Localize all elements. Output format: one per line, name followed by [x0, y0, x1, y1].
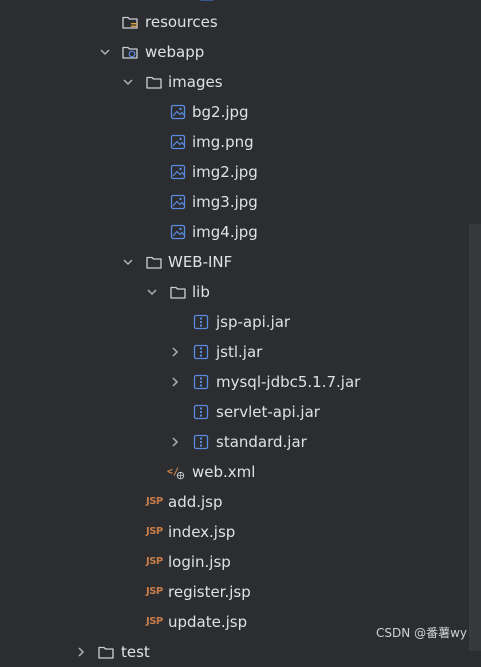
- tree-row-jar[interactable]: jstl.jar: [0, 337, 470, 367]
- tree-label: resources: [145, 13, 218, 31]
- tree-label: jsp-api.jar: [216, 313, 291, 331]
- tree-label: login.jsp: [168, 553, 231, 571]
- chevron-down-icon[interactable]: [145, 285, 159, 299]
- jar-archive-icon: [193, 404, 209, 420]
- folder-icon: [98, 646, 114, 659]
- tree-label: web.xml: [192, 463, 256, 481]
- chevron-right-icon[interactable]: [168, 435, 182, 449]
- web-folder-icon: [122, 46, 138, 59]
- tree-row-file[interactable]: img3.jpg: [0, 187, 470, 217]
- jsp-file-icon: JSP: [146, 556, 163, 567]
- folder-icon: [170, 286, 186, 299]
- tree-row-images[interactable]: images: [0, 67, 470, 97]
- tree-row-jar[interactable]: jsp-api.jar: [0, 307, 470, 337]
- tree-row-file[interactable]: img2.jpg: [0, 157, 470, 187]
- tree-row-test[interactable]: test: [0, 637, 470, 667]
- tree-row-file[interactable]: img.png: [0, 127, 470, 157]
- folder-icon: [199, 0, 215, 1]
- tree-label: img.png: [192, 133, 254, 151]
- tree-label: WEB-INF: [168, 253, 233, 271]
- tree-row-file[interactable]: bg2.jpg: [0, 97, 470, 127]
- project-tree: resources webapp images bg2.jpg img.png …: [0, 0, 470, 661]
- tree-row-jar[interactable]: mysql-jdbc5.1.7.jar: [0, 367, 470, 397]
- chevron-down-icon[interactable]: [98, 45, 112, 59]
- image-file-icon: [170, 194, 186, 210]
- tree-row-file[interactable]: JSP add.jsp: [0, 487, 470, 517]
- chevron-down-icon[interactable]: [121, 75, 135, 89]
- web-xml-icon: </: [167, 467, 185, 480]
- tree-label: add.jsp: [168, 493, 223, 511]
- jar-archive-icon: [193, 314, 209, 330]
- tree-label: lib: [192, 283, 210, 301]
- tree-row-jar[interactable]: standard.jar: [0, 427, 470, 457]
- jsp-file-icon: JSP: [146, 496, 163, 507]
- tree-row-file[interactable]: </ web.xml: [0, 457, 470, 487]
- chevron-right-icon[interactable]: [168, 345, 182, 359]
- resources-folder-icon: [122, 16, 138, 29]
- jsp-file-icon: JSP: [146, 526, 163, 537]
- jar-archive-icon: [193, 374, 209, 390]
- tree-label: bg2.jpg: [192, 103, 249, 121]
- tree-label: register.jsp: [168, 583, 251, 601]
- tree-label: test: [121, 643, 150, 661]
- csdn-watermark: CSDN @番薯wy: [376, 626, 467, 640]
- tree-row-lib[interactable]: lib: [0, 277, 470, 307]
- tree-label: update.jsp: [168, 613, 248, 631]
- tree-row-file[interactable]: JSP index.jsp: [0, 517, 470, 547]
- tree-label: index.jsp: [168, 523, 236, 541]
- tree-label: jstl.jar: [216, 343, 263, 361]
- tree-row-webapp[interactable]: webapp: [0, 37, 470, 67]
- chevron-right-icon[interactable]: [74, 645, 88, 659]
- tree-row-resources[interactable]: resources: [0, 7, 470, 37]
- image-file-icon: [170, 104, 186, 120]
- image-file-icon: [170, 224, 186, 240]
- tree-label: mysql-jdbc5.1.7.jar: [216, 373, 361, 391]
- vertical-scrollbar[interactable]: [469, 224, 481, 651]
- tree-row-jar[interactable]: servlet-api.jar: [0, 397, 470, 427]
- jar-archive-icon: [193, 344, 209, 360]
- folder-icon: [146, 76, 162, 89]
- jsp-file-icon: JSP: [146, 616, 163, 627]
- tree-row-file[interactable]: JSP login.jsp: [0, 547, 470, 577]
- tree-row-web-inf[interactable]: WEB-INF: [0, 247, 470, 277]
- tree-label: img4.jpg: [192, 223, 258, 241]
- image-file-icon: [170, 134, 186, 150]
- tree-row-file[interactable]: img4.jpg: [0, 217, 470, 247]
- tree-label: webapp: [145, 43, 205, 61]
- tree-row-file[interactable]: JSP register.jsp: [0, 577, 470, 607]
- chevron-right-icon[interactable]: [168, 375, 182, 389]
- tree-label: servlet-api.jar: [216, 403, 320, 421]
- tree-label: standard.jar: [216, 433, 307, 451]
- jsp-file-icon: JSP: [146, 586, 163, 597]
- image-file-icon: [170, 164, 186, 180]
- chevron-down-icon[interactable]: [121, 255, 135, 269]
- folder-icon: [146, 256, 162, 269]
- tree-label: img3.jpg: [192, 193, 258, 211]
- tree-label: img2.jpg: [192, 163, 258, 181]
- tree-label: images: [168, 73, 223, 91]
- jar-archive-icon: [193, 434, 209, 450]
